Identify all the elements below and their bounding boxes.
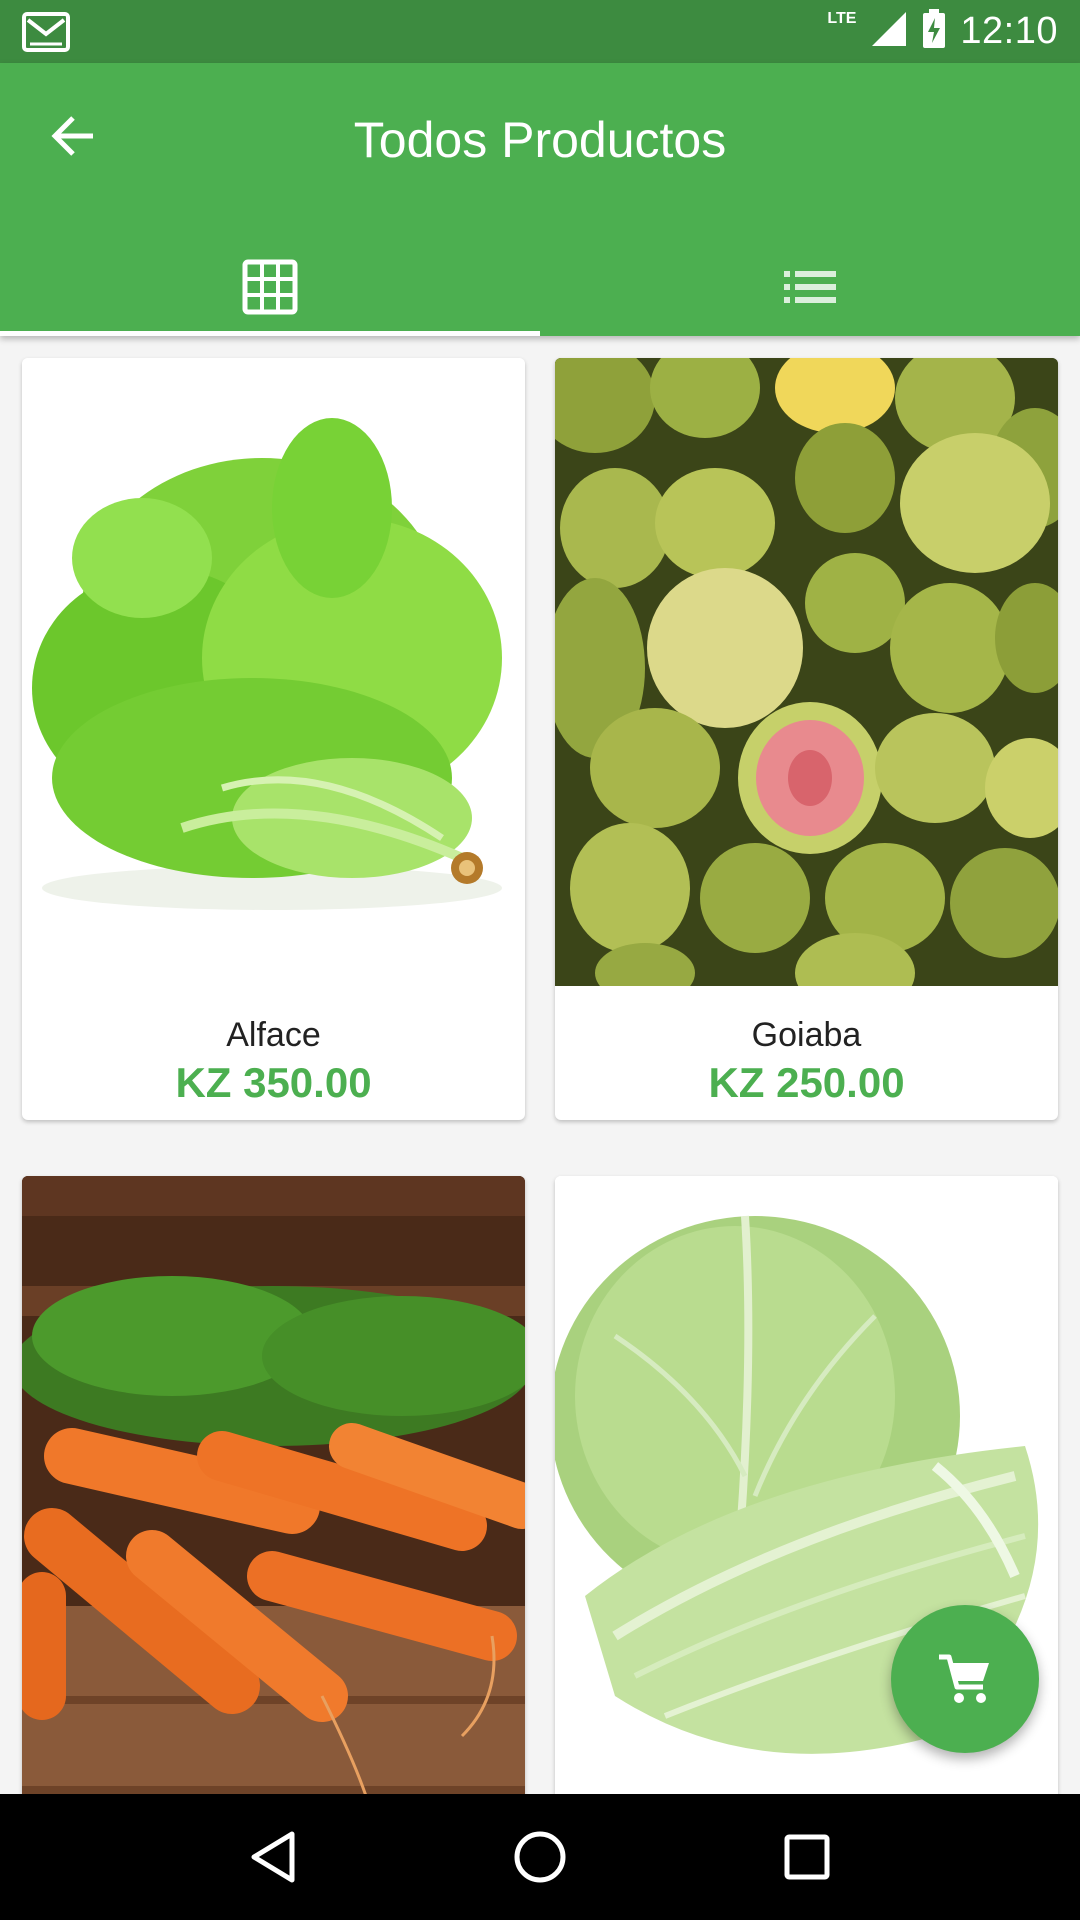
- system-nav-bar: [0, 1794, 1080, 1920]
- product-name: Goiaba: [751, 1016, 862, 1054]
- product-card-goiaba[interactable]: Goiaba KZ 250.00: [555, 358, 1058, 1120]
- product-image-guava: [555, 358, 1058, 986]
- product-info: Alface KZ 350.00: [22, 986, 525, 1120]
- product-card-carrots[interactable]: [22, 1176, 525, 1794]
- nav-back-button[interactable]: [228, 1812, 318, 1902]
- lte-label: LTE: [827, 10, 857, 27]
- product-grid: Alface KZ 350.00 Goiaba KZ 250.00: [0, 336, 1080, 1794]
- app-bar: Todos Productos: [0, 63, 1080, 336]
- list-icon: [784, 271, 836, 303]
- product-price: KZ 350.00: [175, 1059, 372, 1106]
- product-image-lettuce: [22, 358, 525, 986]
- nav-home-button[interactable]: [495, 1812, 585, 1902]
- product-name: Alface: [226, 1016, 321, 1054]
- product-image-carrots: [22, 1176, 525, 1794]
- cart-button[interactable]: [891, 1605, 1039, 1753]
- grid-icon: [242, 259, 298, 315]
- tab-list-view[interactable]: [540, 238, 1080, 336]
- shopping-cart-icon: [939, 1654, 989, 1703]
- product-card-alface[interactable]: Alface KZ 350.00: [22, 358, 525, 1120]
- home-circle-icon: [514, 1831, 566, 1883]
- back-triangle-icon: [251, 1831, 295, 1883]
- page-title: Todos Productos: [353, 112, 727, 168]
- signal-icon: [870, 10, 908, 53]
- recents-square-icon: [784, 1834, 830, 1880]
- gmail-icon: [22, 12, 72, 52]
- battery-icon: [922, 9, 946, 54]
- tab-grid-view[interactable]: [0, 238, 540, 336]
- product-price: KZ 250.00: [708, 1059, 905, 1106]
- nav-recents-button[interactable]: [762, 1812, 852, 1902]
- view-tabs: [0, 238, 1080, 336]
- clock: 12:10: [960, 10, 1058, 52]
- product-info: Goiaba KZ 250.00: [555, 986, 1058, 1120]
- status-bar: LTE 12:10: [0, 0, 1080, 63]
